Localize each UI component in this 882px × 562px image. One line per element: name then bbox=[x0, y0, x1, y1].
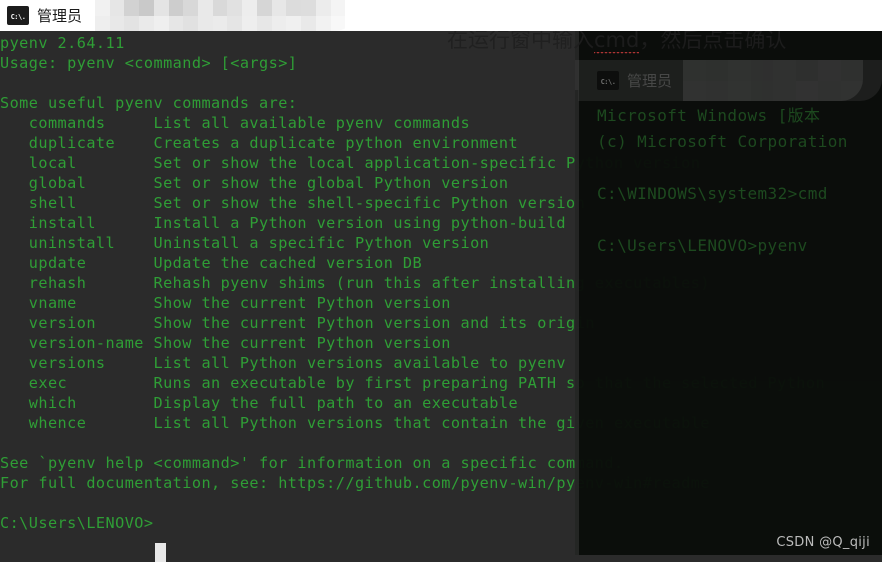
ghost-terminal-output: Microsoft Windows [版本 (c) Microsoft Corp… bbox=[597, 106, 848, 255]
cmd-icon-glyph: C:\. bbox=[599, 77, 617, 88]
window-titlebar[interactable]: C:\. 管理员 bbox=[0, 0, 882, 31]
cmd-console-icon: C:\. bbox=[597, 71, 619, 90]
title-redaction-mosaic bbox=[95, 0, 360, 31]
cmd-icon-glyph: C:\. bbox=[9, 12, 27, 23]
cmd-console-icon: C:\. bbox=[7, 6, 29, 25]
annotation-prefix: 在运行窗中输入 bbox=[447, 28, 594, 52]
csdn-watermark: CSDN @Q_qiji bbox=[776, 535, 870, 550]
ghost-window-edge bbox=[575, 31, 579, 555]
window-title: 管理员 bbox=[37, 7, 83, 25]
ghost-title-redaction bbox=[683, 60, 863, 101]
annotation-suffix: ，然后点击确认 bbox=[639, 28, 787, 52]
ghost-console-window: C:\. 管理员 Microsoft Windows [版本 (c) Micro… bbox=[575, 31, 882, 555]
screenshot-root: pyenv 2.64.11 Usage: pyenv <command> [<a… bbox=[0, 0, 882, 562]
terminal-cursor bbox=[155, 543, 166, 562]
ghost-window-title: 管理员 bbox=[627, 72, 673, 90]
